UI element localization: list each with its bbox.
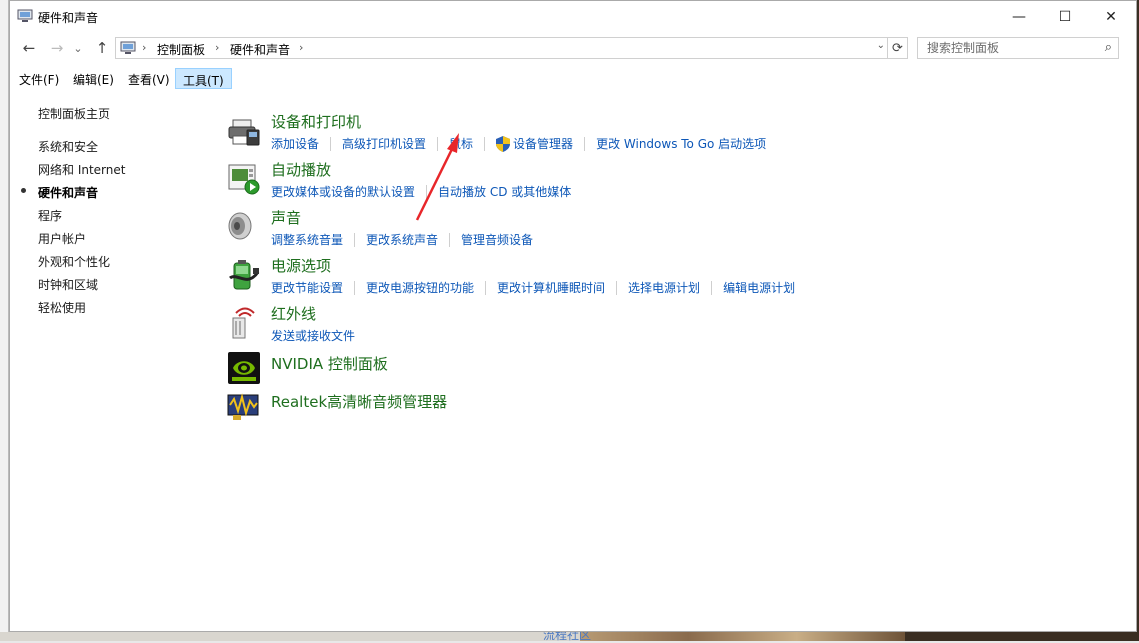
sidebar-item-ease-of-access[interactable]: 轻松使用 [38, 299, 86, 316]
uac-shield-icon [496, 135, 511, 152]
link-send-receive-files[interactable]: 发送或接收文件 [271, 327, 355, 344]
sidebar-item-system-security[interactable]: 系统和安全 [38, 138, 98, 155]
category-links: 调整系统音量 更改系统声音 管理音频设备 [271, 231, 533, 248]
breadcrumb-separator[interactable]: › [299, 41, 303, 54]
link-divider [437, 136, 439, 151]
link-windows-to-go[interactable]: 更改 Windows To Go 启动选项 [596, 135, 766, 152]
window-title: 硬件和声音 [38, 11, 99, 25]
battery-icon [229, 260, 260, 290]
minimize-button[interactable]: — [996, 1, 1042, 32]
link-divider [330, 136, 332, 151]
link-divider [354, 280, 356, 295]
address-bar[interactable]: › 控制面板 › 硬件和声音 › ⌄ [115, 37, 888, 59]
background-window-edge [0, 0, 9, 641]
sidebar-item-programs[interactable]: 程序 [38, 207, 62, 224]
up-button[interactable]: ↑ [91, 38, 113, 58]
sidebar-item-network[interactable]: 网络和 Internet [38, 161, 125, 178]
background-photo [580, 632, 905, 641]
category-title-realtek[interactable]: Realtek高清晰音频管理器 [271, 391, 447, 412]
link-divider [616, 280, 618, 295]
link-divider [484, 136, 486, 151]
recent-locations-button[interactable]: ⌄ [71, 38, 85, 58]
category-title-devices-printers[interactable]: 设备和打印机 [271, 111, 361, 132]
background-dark-area [905, 632, 1139, 641]
category-title-power-options[interactable]: 电源选项 [271, 255, 331, 276]
sidebar-item-appearance[interactable]: 外观和个性化 [38, 253, 110, 270]
refresh-button[interactable]: ⟳ [888, 37, 908, 59]
category-title-autoplay[interactable]: 自动播放 [271, 159, 331, 180]
link-advanced-printer-settings[interactable]: 高级打印机设置 [342, 135, 426, 152]
autoplay-icon [228, 164, 260, 195]
nvidia-icon [228, 352, 260, 384]
link-divider [449, 232, 451, 247]
link-divider [485, 280, 487, 295]
link-power-button-function[interactable]: 更改电源按钮的功能 [366, 279, 474, 296]
close-button[interactable]: ✕ [1088, 1, 1134, 32]
link-manage-audio-devices[interactable]: 管理音频设备 [461, 231, 533, 248]
category-links: 更改媒体或设备的默认设置 自动播放 CD 或其他媒体 [271, 183, 571, 200]
category-title-infrared[interactable]: 红外线 [271, 303, 316, 324]
control-panel-window: 硬件和声音 — ☐ ✕ ← → ⌄ ↑ › 控制面板 › 硬件和声音 › ⌄ ⟳… [9, 0, 1137, 632]
category-links: 添加设备 高级打印机设置 鼠标 设备管理器 更改 Windows To Go 启… [271, 135, 766, 152]
background-desktop-strip: 流程社区 [0, 628, 1139, 642]
menu-view[interactable]: 查看(V) [121, 68, 177, 89]
printer-icon [228, 119, 260, 146]
sidebar-item-hardware-sound[interactable]: 硬件和声音 [38, 184, 98, 201]
breadcrumb-separator[interactable]: › [215, 41, 219, 54]
sidebar-item-clock-region[interactable]: 时钟和区域 [38, 276, 98, 293]
link-adjust-volume[interactable]: 调整系统音量 [271, 231, 343, 248]
forward-button[interactable]: → [46, 38, 68, 58]
menu-tools[interactable]: 工具(T) [175, 68, 232, 89]
link-sleep-time[interactable]: 更改计算机睡眠时间 [497, 279, 605, 296]
link-change-power-saving[interactable]: 更改节能设置 [271, 279, 343, 296]
refresh-icon: ⟳ [892, 40, 903, 56]
link-divider [711, 280, 713, 295]
breadcrumb-separator[interactable]: › [142, 41, 146, 54]
control-panel-icon [17, 9, 33, 22]
menu-edit[interactable]: 编辑(E) [66, 68, 121, 89]
control-panel-icon [120, 41, 136, 54]
category-links: 发送或接收文件 [271, 327, 355, 344]
realtek-icon [227, 393, 259, 420]
category-title-nvidia[interactable]: NVIDIA 控制面板 [271, 353, 388, 374]
link-divider [354, 232, 356, 247]
annotation-arrow [415, 133, 459, 221]
link-device-manager[interactable]: 设备管理器 [513, 135, 573, 152]
menu-bar: 文件(F) 编辑(E) 查看(V) 工具(T) [10, 66, 1136, 90]
speaker-icon [228, 212, 252, 240]
sidebar-item-home[interactable]: 控制面板主页 [38, 105, 110, 122]
link-mouse[interactable]: 鼠标 [449, 135, 473, 152]
link-choose-power-plan[interactable]: 选择电源计划 [628, 279, 700, 296]
breadcrumb-hardware-sound[interactable]: 硬件和声音 [230, 41, 290, 58]
breadcrumb-control-panel[interactable]: 控制面板 [157, 41, 205, 58]
infrared-icon [232, 307, 255, 339]
current-item-bullet [21, 188, 26, 193]
search-box[interactable]: ⌕ [917, 37, 1119, 59]
link-add-device[interactable]: 添加设备 [271, 135, 319, 152]
link-change-system-sounds[interactable]: 更改系统声音 [366, 231, 438, 248]
address-dropdown-icon[interactable]: ⌄ [877, 40, 885, 51]
search-input[interactable] [918, 38, 1096, 58]
menu-file[interactable]: 文件(F) [12, 68, 66, 89]
search-icon[interactable]: ⌕ [1105, 40, 1112, 55]
category-links: 更改节能设置 更改电源按钮的功能 更改计算机睡眠时间 选择电源计划 编辑电源计划 [271, 279, 795, 296]
maximize-button[interactable]: ☐ [1042, 1, 1088, 32]
link-change-media-defaults[interactable]: 更改媒体或设备的默认设置 [271, 183, 415, 200]
link-divider [584, 136, 586, 151]
navigation-bar: ← → ⌄ ↑ › 控制面板 › 硬件和声音 › ⌄ ⟳ ⌕ [10, 34, 1136, 62]
title-bar[interactable]: 硬件和声音 — ☐ ✕ [10, 1, 1136, 33]
link-divider [426, 184, 428, 199]
category-title-sound[interactable]: 声音 [271, 207, 301, 228]
link-edit-power-plan[interactable]: 编辑电源计划 [723, 279, 795, 296]
back-button[interactable]: ← [18, 38, 40, 58]
sidebar-item-user-accounts[interactable]: 用户帐户 [38, 230, 86, 247]
link-autoplay-cd[interactable]: 自动播放 CD 或其他媒体 [438, 183, 571, 200]
